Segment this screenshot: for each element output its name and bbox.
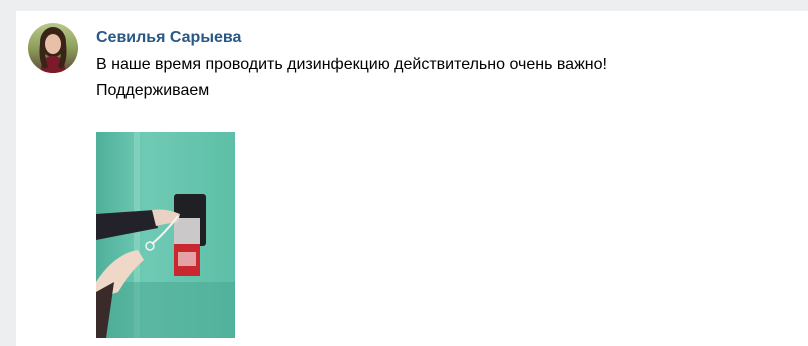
comment-text-line-1: В наше время проводить дизинфекцию дейст… xyxy=(96,56,607,73)
author-name-link[interactable]: Севилья Сарыева xyxy=(96,28,241,48)
sanitizer-photo-icon xyxy=(96,132,235,338)
comment-content: Севилья Сарыева В наше время проводить д… xyxy=(96,28,788,104)
comment-text: В наше время проводить дизинфекцию дейст… xyxy=(96,52,788,104)
attached-photo[interactable] xyxy=(96,132,235,338)
author-avatar[interactable] xyxy=(28,23,78,73)
avatar-image-icon xyxy=(28,23,78,73)
comment-text-line-2: Поддерживаем xyxy=(96,82,210,99)
comment-card: Севилья Сарыева В наше время проводить д… xyxy=(16,11,808,346)
